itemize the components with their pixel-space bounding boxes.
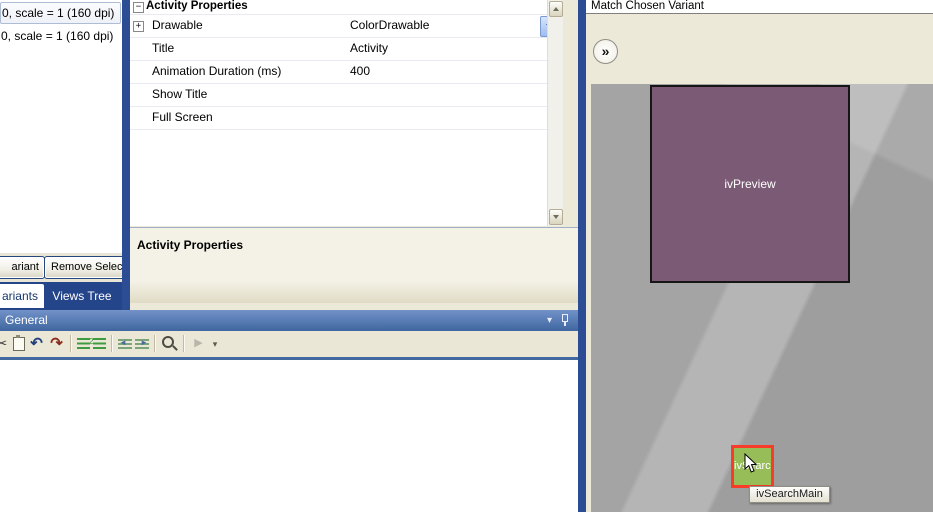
toolbar-separator bbox=[70, 335, 71, 352]
view-ivpreview[interactable]: ivPreview bbox=[650, 85, 850, 283]
expand-icon[interactable]: + bbox=[133, 21, 144, 32]
property-name: Animation Duration (ms) bbox=[152, 64, 282, 78]
property-name: Title bbox=[152, 41, 175, 55]
property-row[interactable]: + Drawable ColorDrawable bbox=[130, 15, 563, 38]
property-row[interactable]: Full Screen bbox=[130, 107, 563, 130]
mouse-cursor-icon bbox=[744, 453, 757, 473]
toolbar-separator bbox=[111, 335, 112, 352]
script-toolbar: ✂ ↶↷ ▶▾ bbox=[0, 331, 578, 360]
property-value[interactable]: ColorDrawable bbox=[350, 15, 537, 36]
variant-list-item[interactable]: 0, scale = 1 (160 dpi) bbox=[0, 2, 121, 24]
property-group-title: Activity Properties bbox=[146, 0, 248, 12]
properties-panel: − Activity Properties + Drawable ColorDraw… bbox=[130, 0, 578, 310]
toolbar-separator bbox=[183, 335, 184, 352]
view-tooltip: ivSearchMain bbox=[749, 486, 830, 503]
vertical-splitter[interactable] bbox=[578, 0, 586, 512]
value-text: 400 bbox=[350, 64, 371, 78]
tab-views-tree[interactable]: Views Tree bbox=[42, 284, 122, 308]
remove-selected-button[interactable]: Remove Selec bbox=[44, 256, 122, 279]
property-name: Full Screen bbox=[152, 110, 213, 124]
overflow-icon[interactable]: ▾ bbox=[210, 335, 220, 352]
scrollbar[interactable] bbox=[547, 0, 563, 226]
property-grid: − Activity Properties + Drawable ColorDraw… bbox=[130, 0, 563, 226]
property-description-title: Activity Properties bbox=[137, 238, 244, 252]
redo-icon[interactable]: ↷ bbox=[48, 335, 65, 352]
scroll-up-icon[interactable] bbox=[549, 1, 563, 17]
pin-icon[interactable] bbox=[560, 314, 569, 327]
script-panel-title: General bbox=[5, 313, 48, 327]
variant-buttons-bar: ariant Remove Selec bbox=[0, 253, 122, 282]
view-label: ivPreview bbox=[724, 177, 776, 191]
designer-window: 0, scale = 1 (160 dpi) 0, scale = 1 (160 … bbox=[0, 0, 933, 512]
property-value[interactable]: Activity bbox=[350, 38, 537, 59]
add-variant-button[interactable]: ariant bbox=[0, 256, 45, 279]
designer-canvas[interactable]: ivPreview ivSearchMain ivSearchMain bbox=[591, 84, 933, 512]
script-panel-titlebar[interactable]: General ▾ bbox=[0, 310, 578, 331]
property-name: Show Title bbox=[152, 87, 208, 101]
property-row[interactable]: Animation Duration (ms) 400 bbox=[130, 61, 563, 84]
collapse-icon[interactable]: − bbox=[133, 2, 144, 13]
value-text: Activity bbox=[350, 41, 389, 55]
script-panel: General ▾ ✂↶↷▶▾ 1'All variants script2Au… bbox=[0, 310, 578, 512]
left-tab-bar: ariants Views Tree bbox=[0, 282, 130, 310]
toolbar-separator bbox=[154, 335, 155, 352]
search-icon[interactable] bbox=[161, 335, 178, 352]
property-value[interactable]: 400 bbox=[350, 61, 537, 82]
property-row[interactable]: Show Title bbox=[130, 84, 563, 107]
value-text: ColorDrawable bbox=[350, 18, 430, 32]
vertical-splitter[interactable] bbox=[122, 0, 130, 310]
undo-icon[interactable]: ↶ bbox=[28, 335, 45, 352]
paste-icon[interactable] bbox=[13, 335, 25, 351]
cut-icon[interactable]: ✂ bbox=[0, 335, 10, 352]
uncomment-icon[interactable] bbox=[89, 333, 106, 350]
scroll-down-icon[interactable] bbox=[549, 209, 563, 225]
indent-icon[interactable] bbox=[135, 334, 149, 351]
designer-header: Match Chosen Variant bbox=[586, 0, 933, 14]
tab-variants[interactable]: ariants bbox=[0, 284, 44, 308]
variant-list-item[interactable]: 0, scale = 1 (160 dpi) bbox=[0, 26, 121, 46]
designer-panel: Match Chosen Variant » ivPreview ivSearc… bbox=[586, 0, 933, 512]
outdent-icon[interactable] bbox=[118, 334, 132, 351]
chevron-down-icon[interactable]: ▾ bbox=[547, 310, 552, 331]
property-name: Drawable bbox=[152, 18, 203, 32]
variant-list: 0, scale = 1 (160 dpi) 0, scale = 1 (160 … bbox=[0, 0, 122, 253]
property-row[interactable]: Title Activity bbox=[130, 38, 563, 61]
run-icon[interactable]: ▶ bbox=[190, 335, 207, 352]
property-description-box: Activity Properties bbox=[130, 227, 578, 303]
expand-button[interactable]: » bbox=[593, 39, 618, 64]
property-group-header[interactable]: − Activity Properties bbox=[130, 0, 563, 15]
